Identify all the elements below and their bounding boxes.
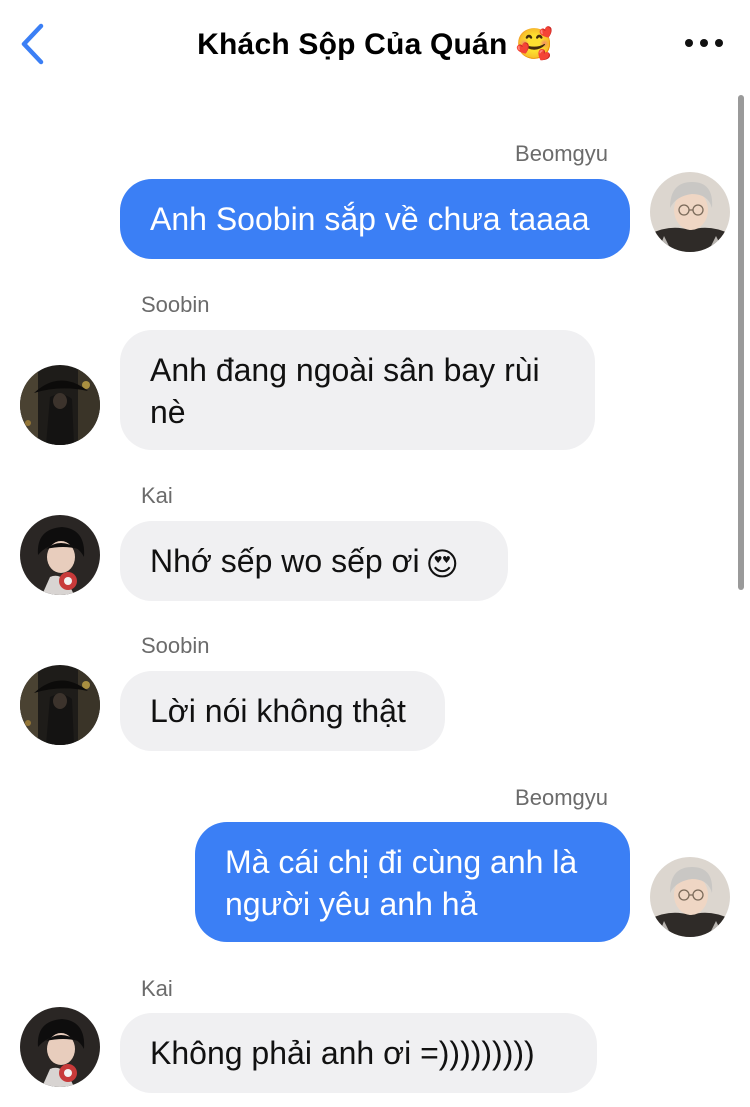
message-bubble-incoming[interactable]: Nhớ sếp wo sếp ơi 😍 (120, 521, 508, 601)
avatar-kai[interactable] (20, 515, 100, 595)
sender-name: Beomgyu (515, 141, 608, 166)
avatar-beomgyu[interactable] (650, 857, 730, 937)
avatar-soobin[interactable] (20, 365, 100, 445)
message-bubble-outgoing[interactable]: Anh Soobin sắp về chưa taaaa (120, 179, 630, 259)
avatar-soobin[interactable] (20, 665, 100, 745)
message-bubble-incoming[interactable]: Không phải anh ơi =))))))))) (120, 1013, 597, 1093)
message-bubble-incoming[interactable]: Lời nói không thật (120, 671, 445, 751)
sender-name: Soobin (141, 292, 210, 317)
message-bubble-outgoing[interactable]: Mà cái chị đi cùng anh là người yêu anh … (195, 822, 630, 942)
sender-name: Kai (141, 483, 173, 508)
message-list: Beomgyu Anh Soobin sắp về chưa taaaa Soo… (0, 0, 750, 1107)
message-text: Nhớ sếp wo sếp ơi (150, 543, 420, 579)
heart-eyes-emoji-icon: 😍 (425, 545, 459, 582)
sender-name: Soobin (141, 633, 210, 658)
sender-name: Kai (141, 976, 173, 1001)
avatar-kai[interactable] (20, 1007, 100, 1087)
sender-name: Beomgyu (515, 785, 608, 810)
avatar-beomgyu[interactable] (650, 172, 730, 252)
message-bubble-incoming[interactable]: Anh đang ngoài sân bay rùi nè (120, 330, 595, 450)
